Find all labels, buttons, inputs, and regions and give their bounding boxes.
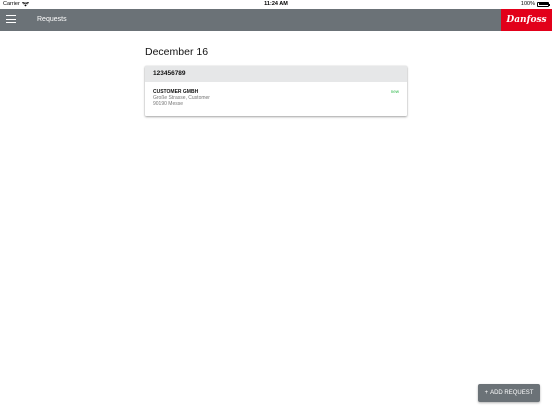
page-title: Requests [37,16,67,23]
status-badge: new [390,89,399,94]
add-request-label: ADD REQUEST [490,390,534,396]
app-bar: Requests [0,9,552,31]
date-heading: December 16 [145,46,209,58]
danfoss-logo: Danfoss [501,9,552,31]
customer-address-line2: 90190 Messe [153,101,184,107]
request-card[interactable]: 123456789 CUSTOMER GMBH Große Strasse, C… [145,66,407,116]
battery-icon [537,1,550,7]
logo-text: Danfoss [506,15,547,25]
clock: 11:24 AM [264,1,288,7]
request-number: 123456789 [145,66,407,82]
request-details: CUSTOMER GMBH Große Strasse, Customer 90… [145,82,407,107]
status-bar: Carrier 11:24 AM 100% [0,0,552,9]
plus-icon: + [484,390,489,396]
battery-percent: 100% [520,1,535,7]
battery-info: 100% [520,1,550,7]
hamburger-menu-icon[interactable] [6,15,16,24]
add-request-button[interactable]: + ADD REQUEST [478,384,540,402]
